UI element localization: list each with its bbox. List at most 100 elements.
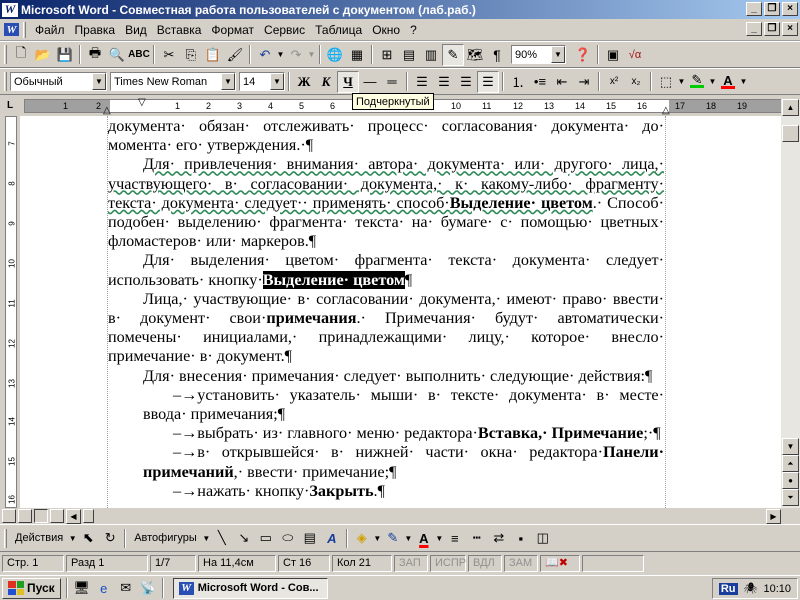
status-trk[interactable]: ИСПР xyxy=(430,555,466,572)
toolbar-grip[interactable] xyxy=(4,72,7,91)
minimize-button[interactable]: _ xyxy=(746,2,762,16)
font-color-dropdown-icon[interactable]: ▼ xyxy=(739,77,748,86)
double-line-icon[interactable]: ═ xyxy=(381,71,403,93)
clock[interactable]: 10:10 xyxy=(763,583,791,595)
fill-dropdown-icon[interactable]: ▼ xyxy=(373,534,382,543)
redo-dropdown-icon[interactable]: ▼ xyxy=(307,50,316,59)
menu-file[interactable]: Файл xyxy=(30,21,70,39)
right-indent-marker[interactable]: △ xyxy=(662,105,670,116)
font-combo[interactable]: Times New Roman ▼ xyxy=(110,72,236,91)
style-combo[interactable]: Обычный ▼ xyxy=(10,72,107,91)
menu-tools[interactable]: Сервис xyxy=(259,21,310,39)
paragraph[interactable]: документа· обязан· отслеживать· процесс·… xyxy=(108,117,664,155)
first-line-indent-marker[interactable]: ▽ xyxy=(138,97,146,108)
zoom-dropdown-icon[interactable]: ▼ xyxy=(551,46,565,63)
fill-color-icon[interactable]: ◈ xyxy=(351,527,373,549)
status-rec[interactable]: ЗАП xyxy=(394,555,428,572)
outlook-express-icon[interactable]: ✉ xyxy=(115,577,137,599)
document-icon[interactable]: W xyxy=(4,23,19,36)
browse-object-icon[interactable]: ● xyxy=(782,472,799,489)
maximize-button[interactable]: ❐ xyxy=(764,2,780,16)
spelling-status-icon[interactable]: 📖✖ xyxy=(540,555,580,572)
menu-view[interactable]: Вид xyxy=(120,21,152,39)
format-painter-icon[interactable]: 🖌 xyxy=(224,44,246,66)
doc-minimize-button[interactable]: _ xyxy=(746,22,762,36)
scroll-up-icon[interactable]: ▲ xyxy=(782,99,799,116)
channels-icon[interactable]: 📡 xyxy=(137,577,159,599)
document-area[interactable]: документа· обязан· отслеживать· процесс·… xyxy=(20,116,781,508)
vertical-ruler[interactable]: 7 8 9 10 11 12 13 14 15 16 xyxy=(0,116,20,508)
document-map-icon[interactable]: 🗺 xyxy=(464,44,486,66)
toolbar-grip[interactable] xyxy=(4,45,7,64)
line-style-icon[interactable]: ≡ xyxy=(444,527,466,549)
left-indent-marker[interactable]: △ xyxy=(103,105,111,116)
borders-icon[interactable]: ⬚ xyxy=(655,71,677,93)
line-color-dropdown-icon[interactable]: ▼ xyxy=(404,534,413,543)
wordart-icon[interactable]: A xyxy=(321,527,343,549)
document-text[interactable]: документа· обязан· отслеживать· процесс·… xyxy=(108,117,664,501)
cut-icon[interactable]: ✂ xyxy=(158,44,180,66)
autoshapes-dropdown-icon[interactable]: ▼ xyxy=(202,534,211,543)
undo-icon[interactable]: ↶ xyxy=(254,44,276,66)
align-left-icon[interactable]: ☰ xyxy=(411,71,433,93)
scroll-right-icon[interactable]: ▶ xyxy=(766,508,781,524)
shadow-icon[interactable]: ▪ xyxy=(510,527,532,549)
borders-dropdown-icon[interactable]: ▼ xyxy=(677,77,686,86)
scroll-left-icon[interactable]: ◀ xyxy=(66,508,81,524)
save-icon[interactable]: 💾 xyxy=(54,44,76,66)
insert-excel-icon[interactable]: ▤ xyxy=(398,44,420,66)
status-ext[interactable]: ВДЛ xyxy=(468,555,502,572)
rectangle-icon[interactable]: ▭ xyxy=(255,527,277,549)
web-icon[interactable]: 🌐 xyxy=(324,44,346,66)
vertical-scrollbar[interactable]: ▲ ▼ ⏶ ● ⏷ xyxy=(781,99,800,508)
print-preview-icon[interactable]: 🔍 xyxy=(106,44,128,66)
language-indicator[interactable]: Ru xyxy=(718,582,738,595)
arrow-icon[interactable]: ↘ xyxy=(233,527,255,549)
strikeline-icon[interactable]: — xyxy=(359,71,381,93)
forms-icon[interactable]: ▣ xyxy=(602,44,624,66)
redo-icon[interactable]: ↷ xyxy=(285,44,307,66)
paste-icon[interactable]: 📋 xyxy=(202,44,224,66)
size-dropdown-icon[interactable]: ▼ xyxy=(270,73,284,90)
menu-edit[interactable]: Правка xyxy=(70,21,121,39)
doc-restore-button[interactable]: ❐ xyxy=(764,22,780,36)
paragraph[interactable]: Для· внесения· примечания· следует· выпо… xyxy=(108,367,664,386)
font-color-icon[interactable]: A xyxy=(717,71,739,93)
italic-button[interactable]: К xyxy=(315,71,337,93)
insert-table-icon[interactable]: ⊞ xyxy=(376,44,398,66)
3d-icon[interactable]: ◫ xyxy=(532,527,554,549)
oval-icon[interactable]: ⬭ xyxy=(277,527,299,549)
open-folder-icon[interactable]: 📂 xyxy=(32,44,54,66)
start-button[interactable]: Пуск xyxy=(2,577,61,599)
doc-close-button[interactable]: × xyxy=(782,22,798,36)
status-ovr[interactable]: ЗАМ xyxy=(504,555,538,572)
menu-grip[interactable] xyxy=(23,21,26,38)
draw-font-color-dropdown-icon[interactable]: ▼ xyxy=(435,534,444,543)
highlight-icon[interactable]: ✎ xyxy=(686,71,708,93)
taskbar-word-item[interactable]: W Microsoft Word - Сов... xyxy=(172,577,328,599)
tab-selector-icon[interactable]: L xyxy=(7,100,13,111)
title-bar[interactable]: W Microsoft Word - Совместная работа пол… xyxy=(0,0,800,19)
show-hide-icon[interactable]: ¶ xyxy=(486,44,508,66)
font-dropdown-icon[interactable]: ▼ xyxy=(221,73,235,90)
tables-borders-icon[interactable]: ▦ xyxy=(346,44,368,66)
line-color-icon[interactable]: ✎ xyxy=(382,527,404,549)
horizontal-scrollbar[interactable]: ◀ ▶ xyxy=(0,508,800,524)
draw-font-color-icon[interactable]: A xyxy=(413,527,435,549)
close-button[interactable]: × xyxy=(782,2,798,16)
menu-help[interactable]: ? xyxy=(405,21,422,39)
columns-icon[interactable]: ▥ xyxy=(420,44,442,66)
bold-button[interactable]: Ж xyxy=(293,71,315,93)
numbering-icon[interactable]: ⒈ xyxy=(507,71,529,93)
copy-icon[interactable]: ⎘ xyxy=(180,44,202,66)
show-desktop-icon[interactable]: 🖥 xyxy=(71,577,93,599)
paragraph[interactable]: Лица,· участвующие· в· согласовании· док… xyxy=(108,290,664,367)
tray-app-icon[interactable]: 🕷 xyxy=(744,582,758,595)
free-rotate-icon[interactable]: ↻ xyxy=(99,527,121,549)
menu-table[interactable]: Таблица xyxy=(310,21,367,39)
align-right-icon[interactable]: ☰ xyxy=(455,71,477,93)
superscript-button[interactable]: x² xyxy=(603,71,625,93)
next-page-icon[interactable]: ⏷ xyxy=(782,489,799,506)
normal-view-icon[interactable] xyxy=(2,509,16,523)
drawing-icon[interactable]: ✎ xyxy=(442,43,464,66)
